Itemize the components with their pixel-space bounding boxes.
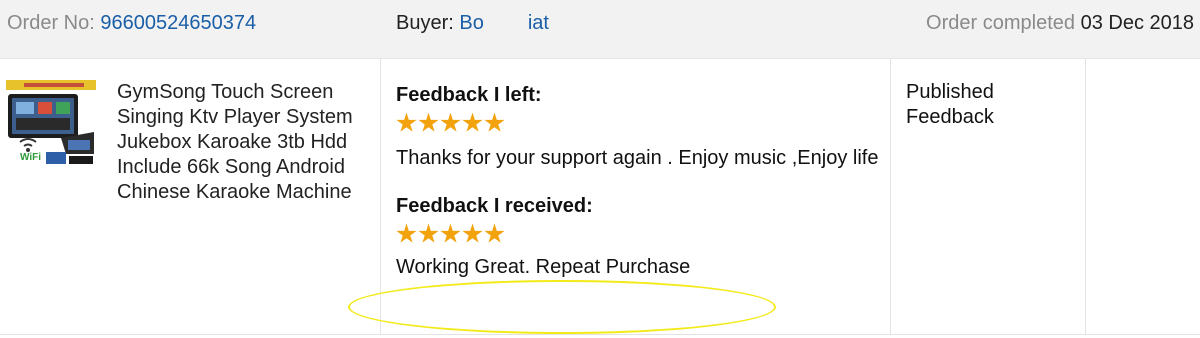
feedback-status: Published Feedback bbox=[906, 81, 994, 128]
star-icon bbox=[462, 112, 483, 132]
buyer-label: Buyer: bbox=[396, 12, 454, 34]
order-number-label: Order No: bbox=[7, 12, 95, 34]
star-icon bbox=[484, 223, 505, 243]
star-icon bbox=[418, 112, 439, 132]
wifi-badge: WiFi bbox=[20, 152, 42, 163]
buyer-group: Buyer: Bo iat bbox=[396, 12, 549, 35]
order-status-label: Order completed bbox=[926, 12, 1076, 34]
feedback-left-section: Feedback I left: Thanks for your support… bbox=[396, 82, 886, 171]
order-row: WiFi GymSong Touch Screen Singing Ktv Pl… bbox=[0, 58, 1200, 335]
star-icon bbox=[440, 223, 461, 243]
order-status-date: 03 Dec 2018 bbox=[1080, 12, 1194, 34]
feedback-received-text: Working Great. Repeat Purchase bbox=[396, 256, 691, 278]
star-icon bbox=[396, 223, 417, 243]
feedback-received-section: Feedback I received: Working Great. Repe… bbox=[396, 193, 886, 280]
column-divider bbox=[890, 58, 891, 334]
feedback-received-stars bbox=[396, 221, 886, 247]
order-number-group: Order No: 96600524650374 bbox=[7, 12, 256, 35]
order-header: Order No: 96600524650374 Buyer: Bo iat Or… bbox=[0, 0, 1200, 59]
star-icon bbox=[484, 112, 505, 132]
column-divider bbox=[380, 58, 381, 334]
feedback-received-heading: Feedback I received: bbox=[396, 195, 593, 217]
highlight-ellipse bbox=[348, 280, 776, 334]
product-title-link[interactable]: GymSong Touch Screen Singing Ktv Player … bbox=[117, 80, 377, 205]
feedback-left-text: Thanks for your support again . Enjoy mu… bbox=[396, 147, 879, 169]
star-icon bbox=[462, 223, 483, 243]
product-thumbnail[interactable]: WiFi bbox=[6, 80, 96, 170]
buyer-name-end: iat bbox=[527, 12, 549, 34]
buyer-name-start: Bo bbox=[459, 12, 484, 34]
star-icon bbox=[440, 112, 461, 132]
column-divider bbox=[1085, 58, 1086, 334]
feedback-left-stars bbox=[396, 110, 886, 136]
star-icon bbox=[418, 223, 439, 243]
order-status-group: Order completed 03 Dec 2018 bbox=[926, 12, 1194, 35]
order-number-link[interactable]: 96600524650374 bbox=[100, 12, 256, 34]
star-icon bbox=[396, 112, 417, 132]
feedback-left-heading: Feedback I left: bbox=[396, 84, 542, 106]
feedback-column: Feedback I left: Thanks for your support… bbox=[396, 82, 886, 280]
buyer-name-link[interactable]: Bo iat bbox=[459, 12, 549, 34]
